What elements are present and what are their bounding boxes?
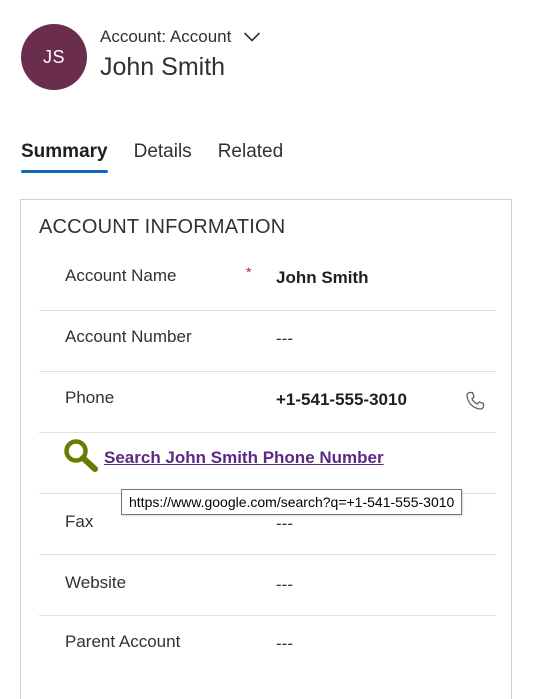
field-label: Phone <box>65 388 115 407</box>
parent-account-value[interactable]: --- <box>276 634 293 654</box>
search-phone-link-group: Search John Smith Phone Number <box>62 437 384 478</box>
tab-related[interactable]: Related <box>218 141 284 173</box>
field-label: Account Name <box>65 266 177 285</box>
magnifier-icon[interactable] <box>62 437 100 478</box>
entity-type-label: Account: Account <box>100 27 232 46</box>
tab-details[interactable]: Details <box>134 141 192 173</box>
field-phone: Phone +1-541-555-3010 <box>39 372 496 433</box>
field-account-number: Account Number --- <box>39 311 496 372</box>
required-marker: * <box>246 264 252 280</box>
field-label: Account Number <box>65 327 192 346</box>
website-value[interactable]: --- <box>276 575 293 595</box>
phone-call-icon[interactable] <box>464 390 486 417</box>
record-title: John Smith <box>100 53 226 81</box>
link-url-tooltip: https://www.google.com/search?q=+1-541-5… <box>121 489 463 515</box>
tab-summary[interactable]: Summary <box>21 141 108 173</box>
field-website: Website --- <box>39 555 496 616</box>
phone-value[interactable]: +1-541-555-3010 <box>276 390 407 410</box>
section-title: ACCOUNT INFORMATION <box>39 216 286 238</box>
field-account-name: Account Name * John Smith <box>39 250 496 311</box>
chevron-down-icon[interactable] <box>243 31 261 43</box>
fax-value[interactable]: --- <box>276 514 293 534</box>
entity-type-selector[interactable]: Account: Account <box>100 27 261 47</box>
tab-bar: Summary Details Related <box>21 141 309 173</box>
account-name-value[interactable]: John Smith <box>276 268 369 288</box>
field-parent-account: Parent Account --- <box>39 616 496 677</box>
field-label: Fax <box>65 512 94 531</box>
field-label: Website <box>65 573 127 592</box>
field-label: Parent Account <box>65 632 181 651</box>
account-number-value[interactable]: --- <box>276 329 293 349</box>
search-phone-link[interactable]: Search John Smith Phone Number <box>104 448 384 468</box>
avatar: JS <box>21 24 87 90</box>
